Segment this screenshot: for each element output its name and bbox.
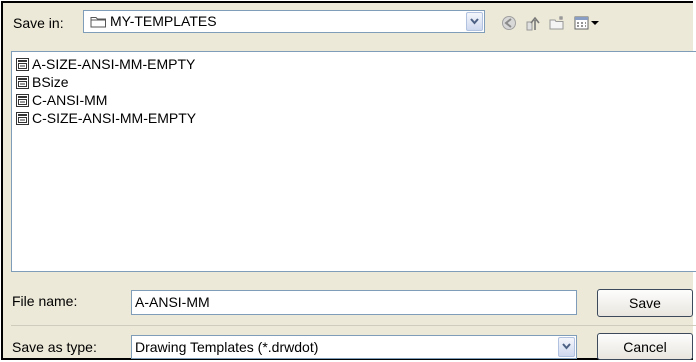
folder-icon [90, 17, 106, 28]
save-dialog: Save in: MY-TEMPLATES A-SIZE-ANSI-MM-EMP… [1, 1, 696, 360]
file-name: BSize [32, 74, 69, 90]
file-list[interactable]: A-SIZE-ANSI-MM-EMPTY BSize C-ANSI-MM C-S… [11, 51, 696, 272]
save-as-type-dropdown-button[interactable] [558, 337, 575, 357]
chevron-down-icon [470, 18, 479, 25]
save-as-type-label: Save as type: [12, 339, 97, 355]
save-as-type-value: Drawing Templates (*.drwdot) [135, 339, 319, 355]
save-button[interactable]: Save [597, 289, 693, 317]
save-in-label: Save in: [13, 15, 64, 31]
chevron-down-icon [562, 343, 571, 350]
file-name: C-SIZE-ANSI-MM-EMPTY [32, 110, 197, 126]
save-as-type-dropdown[interactable]: Drawing Templates (*.drwdot) [131, 335, 577, 359]
up-folder-icon[interactable] [525, 15, 542, 32]
save-in-dropdown[interactable]: MY-TEMPLATES [83, 10, 485, 33]
file-name: A-SIZE-ANSI-MM-EMPTY [32, 56, 196, 72]
list-item[interactable]: A-SIZE-ANSI-MM-EMPTY [16, 55, 195, 73]
view-menu-icon[interactable] [574, 15, 600, 31]
divider [11, 325, 696, 326]
back-icon[interactable] [501, 15, 517, 31]
file-name-value: A-ANSI-MM [135, 294, 210, 310]
drawing-template-icon [16, 93, 29, 107]
cancel-button[interactable]: Cancel [597, 333, 693, 360]
drawing-template-icon [16, 111, 29, 125]
drawing-template-icon [16, 57, 29, 71]
file-name-label: File name: [12, 293, 78, 309]
save-in-dropdown-button[interactable] [466, 12, 483, 31]
file-name-input[interactable]: A-ANSI-MM [131, 290, 577, 315]
list-item[interactable]: BSize [16, 73, 69, 91]
file-name: C-ANSI-MM [32, 92, 108, 108]
drawing-template-icon [16, 75, 29, 89]
list-item[interactable]: C-ANSI-MM [16, 91, 107, 109]
new-folder-icon[interactable] [549, 15, 566, 31]
list-item[interactable]: C-SIZE-ANSI-MM-EMPTY [16, 109, 196, 127]
current-folder: MY-TEMPLATES [110, 13, 217, 29]
